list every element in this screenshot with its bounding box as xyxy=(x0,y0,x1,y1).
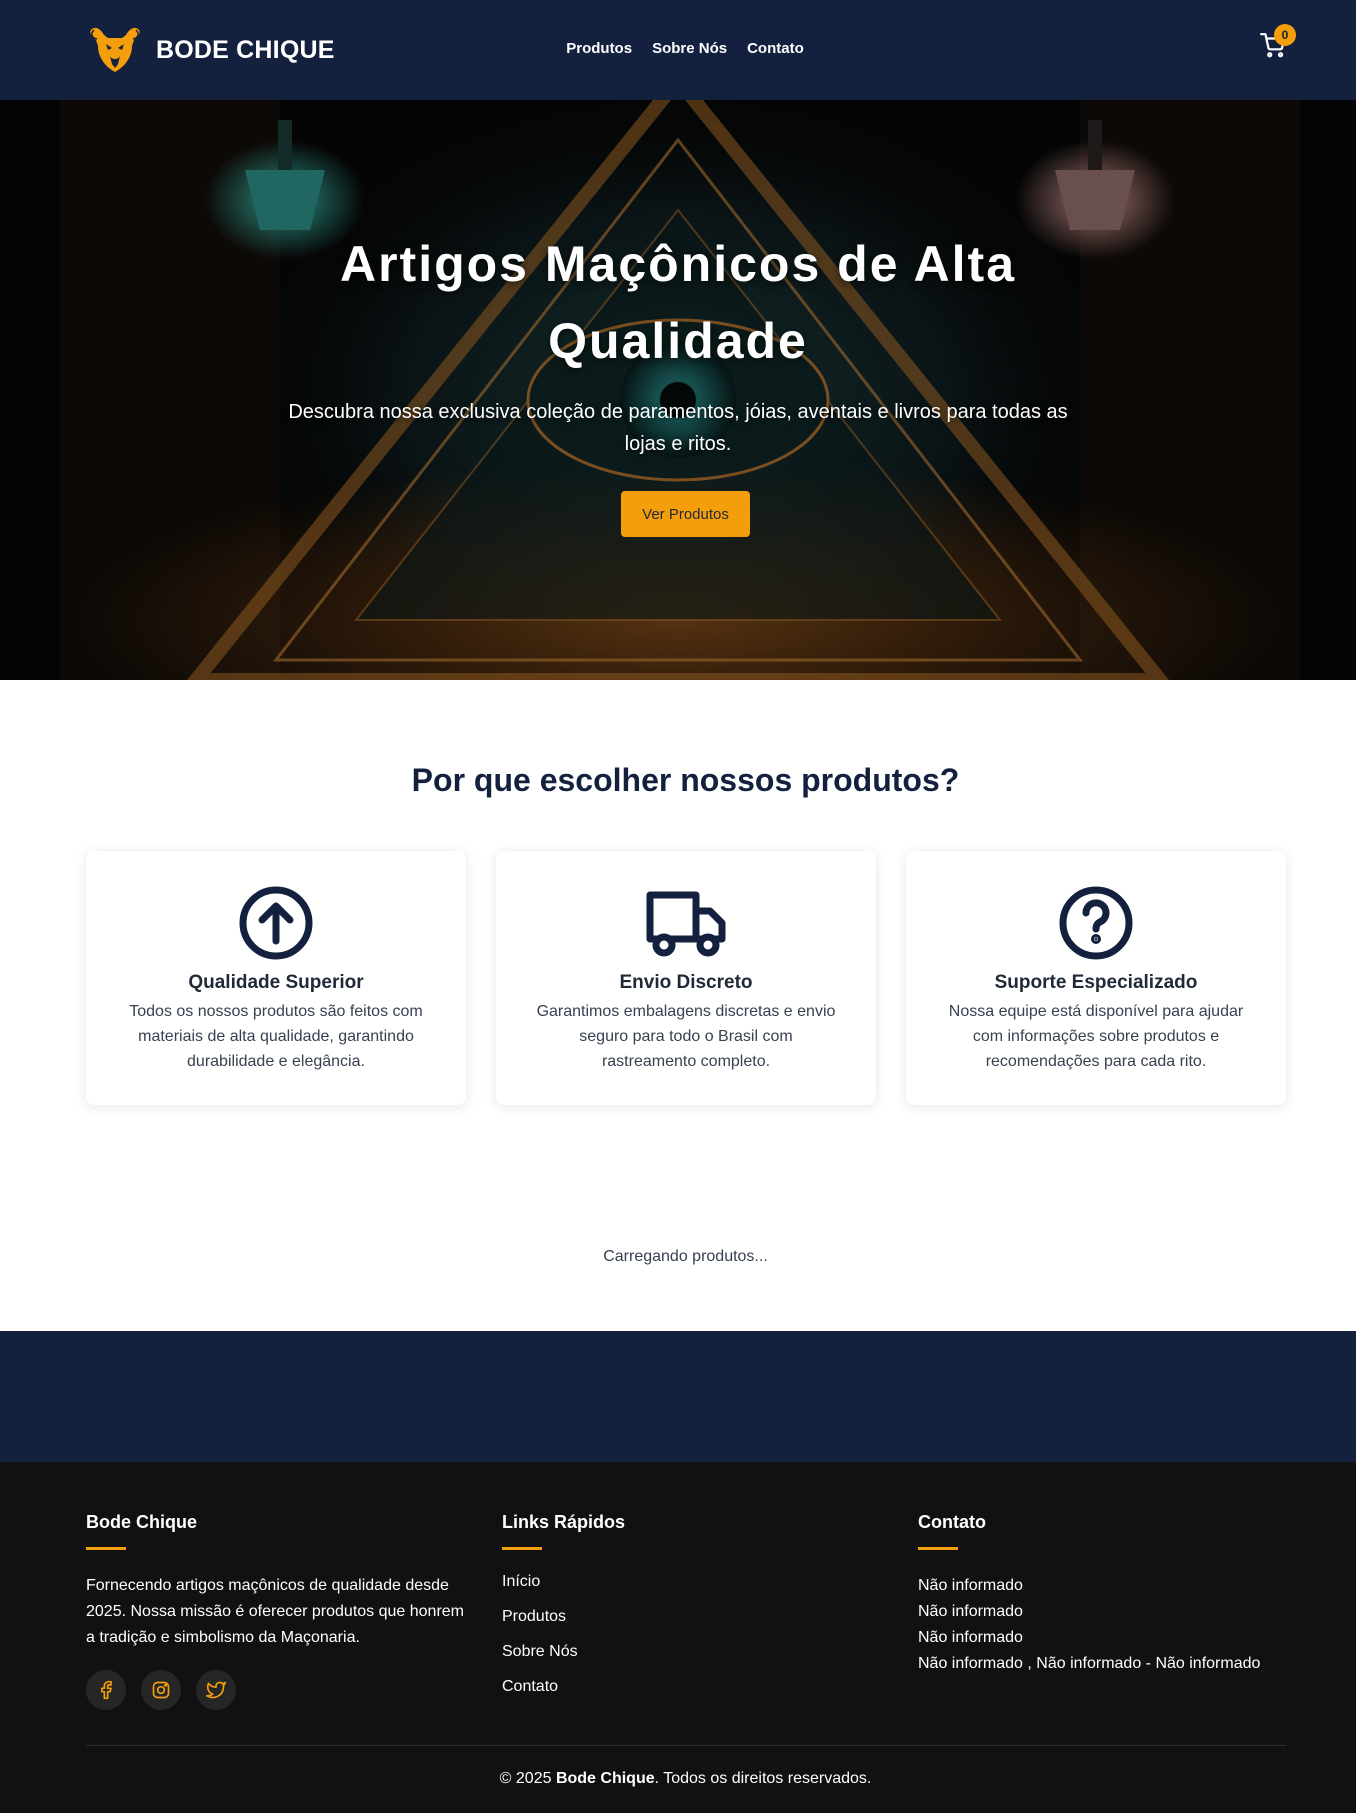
contact-item: Não informado xyxy=(918,1629,1023,1646)
footer-about: Bode Chique Fornecendo artigos maçônicos… xyxy=(86,1512,466,1651)
footer-links: Links Rápidos Início Produtos Sobre Nós … xyxy=(502,1512,625,1713)
instagram-link[interactable] xyxy=(141,1670,181,1710)
twitter-icon xyxy=(206,1681,226,1699)
nav-link-sobre-nos[interactable]: Sobre Nós xyxy=(652,40,727,57)
navy-band xyxy=(0,1331,1356,1462)
accent-divider xyxy=(918,1547,958,1550)
footer-contact-title: Contato xyxy=(918,1512,986,1532)
contact-list: Não informado Não informado Não informad… xyxy=(918,1573,1260,1677)
feature-text: Garantimos embalagens discretas e envio … xyxy=(536,1003,836,1070)
instagram-icon xyxy=(152,1681,170,1699)
hero-title: Artigos Maçônicos de Alta Qualidade xyxy=(339,236,1017,369)
hero-subtitle: Descubra nossa exclusiva coleção de para… xyxy=(288,401,1068,455)
feature-title: Suporte Especializado xyxy=(994,972,1198,993)
footer-link-sobre-nos[interactable]: Sobre Nós xyxy=(502,1643,578,1660)
contact-item: Não informado xyxy=(918,1577,1023,1594)
feature-card-quality: Qualidade Superior Todos os nossos produ… xyxy=(86,851,466,1105)
site-footer: Bode Chique Fornecendo artigos maçônicos… xyxy=(0,1462,1356,1813)
products-loading-text: Carregando produtos... xyxy=(603,1248,768,1265)
contact-item: Não informado , Não informado - Não info… xyxy=(918,1655,1261,1672)
facebook-link[interactable] xyxy=(86,1670,126,1710)
copyright-prefix: © 2025 xyxy=(499,1770,556,1787)
footer-link-contato[interactable]: Contato xyxy=(502,1678,558,1695)
copyright: © 2025 Bode Chique. Todos os direitos re… xyxy=(0,1770,1356,1788)
main-nav: Produtos Sobre Nós Contato xyxy=(0,40,1356,57)
hero-content: Artigos Maçônicos de Alta Qualidade Desc… xyxy=(0,100,1356,680)
feature-card-support: Suporte Especializado Nossa equipe está … xyxy=(906,851,1286,1105)
hero-banner: Artigos Maçônicos de Alta Qualidade Desc… xyxy=(0,100,1356,680)
footer-about-title: Bode Chique xyxy=(86,1512,197,1532)
accent-divider xyxy=(86,1547,126,1550)
footer-divider xyxy=(86,1745,1286,1746)
copyright-brand: Bode Chique xyxy=(555,1770,655,1787)
footer-links-title: Links Rápidos xyxy=(502,1512,626,1532)
quick-links-list: Início Produtos Sobre Nós Contato xyxy=(502,1573,625,1696)
social-links xyxy=(86,1670,236,1710)
feature-text: Nossa equipe está disponível para ajudar… xyxy=(948,1003,1244,1070)
footer-about-text: Fornecendo artigos maçônicos de qualidad… xyxy=(86,1577,464,1646)
accent-divider xyxy=(502,1547,542,1550)
feature-title: Qualidade Superior xyxy=(188,972,364,993)
arrow-up-circle-icon xyxy=(239,886,313,960)
footer-link-produtos[interactable]: Produtos xyxy=(502,1608,566,1625)
footer-link-inicio[interactable]: Início xyxy=(502,1573,540,1590)
truck-icon xyxy=(646,891,726,957)
feature-title: Envio Discreto xyxy=(619,972,753,993)
question-circle-icon xyxy=(1059,886,1133,960)
nav-link-contato[interactable]: Contato xyxy=(747,40,804,57)
nav-link-produtos[interactable]: Produtos xyxy=(566,40,632,57)
feature-text: Todos os nossos produtos são feitos com … xyxy=(129,1003,423,1070)
facebook-icon xyxy=(101,1680,112,1700)
site-header: BODE CHIQUE Produtos Sobre Nós Contato 0 xyxy=(0,0,1356,100)
view-products-button[interactable]: Ver Produtos xyxy=(621,491,750,537)
cart-count-badge: 0 xyxy=(1274,24,1296,46)
footer-contact: Contato Não informado Não informado Não … xyxy=(918,1512,1260,1677)
contact-item: Não informado xyxy=(918,1603,1023,1620)
features-title: Por que escolher nossos produtos? xyxy=(411,762,960,798)
twitter-link[interactable] xyxy=(196,1670,236,1710)
feature-card-shipping: Envio Discreto Garantimos embalagens dis… xyxy=(496,851,876,1105)
copyright-suffix: . Todos os direitos reservados. xyxy=(654,1770,872,1787)
